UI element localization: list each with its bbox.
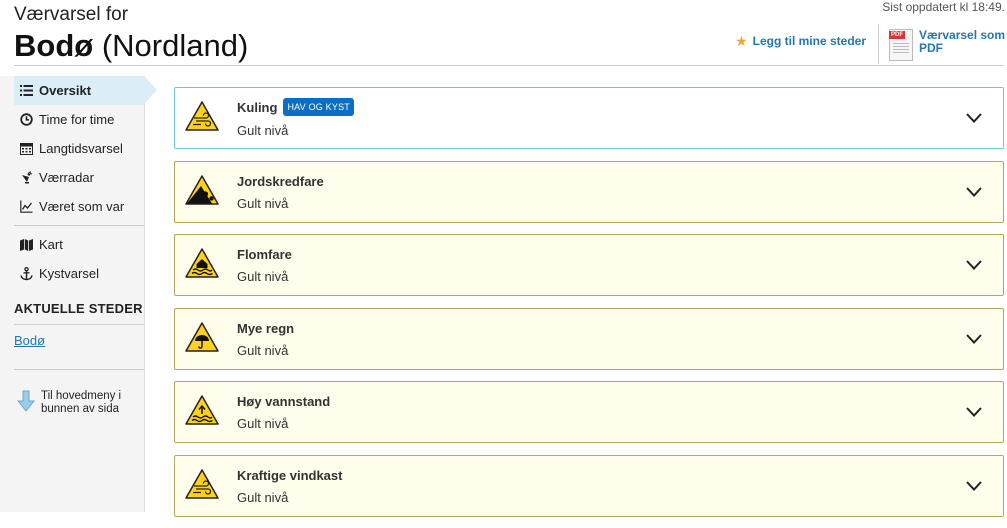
nav-label: Oversikt <box>39 83 92 98</box>
nav-label: Værradar <box>39 170 94 185</box>
gust-warning-icon <box>185 468 219 499</box>
nav-label: Langtidsvarsel <box>39 141 123 156</box>
warnings-list: Kuling HAV OG KYST Gult nivå Jordskredfa… <box>174 87 1004 528</box>
warning-level: Gult nivå <box>237 342 289 358</box>
nav-item-kart[interactable]: Kart <box>0 230 144 259</box>
nav-item-vaeret-som-var[interactable]: Været som var <box>0 192 144 221</box>
nav-item-oversikt[interactable]: Oversikt <box>14 76 157 105</box>
sidebar-divider <box>14 369 144 370</box>
chevron-down-icon[interactable] <box>965 186 983 198</box>
map-icon <box>19 238 33 252</box>
chart-icon <box>19 200 33 214</box>
place-name: Bodø <box>14 28 94 63</box>
list-icon <box>19 84 33 98</box>
nav-label: Kart <box>39 237 63 252</box>
warning-card-kuling[interactable]: Kuling HAV OG KYST Gult nivå <box>174 87 1004 149</box>
warning-title-text: Flomfare <box>237 247 292 262</box>
warning-card-hoy-vannstand[interactable]: Høy vannstand Gult nivå <box>174 381 1004 443</box>
clock-icon <box>19 113 33 127</box>
warning-title-text: Høy vannstand <box>237 394 331 409</box>
radar-icon <box>19 171 33 185</box>
main-menu-link[interactable]: Til hovedmeny i bunnen av sida <box>17 390 144 416</box>
pdf-download-label: Værvarsel som PDF <box>919 28 1006 55</box>
warning-title-text: Jordskredfare <box>237 173 324 189</box>
rain-warning-icon <box>185 321 219 352</box>
sidebar-divider <box>14 225 144 226</box>
warning-title: Flomfare <box>237 247 292 262</box>
add-favorite-label: Legg til mine steder <box>752 34 866 48</box>
flood-warning-icon <box>185 248 219 278</box>
current-places-title: AKTUELLE STEDER <box>14 301 143 316</box>
nav-label: Været som var <box>39 199 125 214</box>
warning-card-jordskredfare[interactable]: Jordskredfare Gult nivå <box>174 160 1004 223</box>
chevron-down-icon[interactable] <box>965 480 983 492</box>
warning-title-text: Mye regn <box>237 320 295 336</box>
current-places-divider <box>14 324 144 325</box>
area-badge: HAV OG KYST <box>283 98 354 116</box>
warning-title-text: Kuling <box>237 99 278 115</box>
warning-level: Gult nivå <box>237 269 289 284</box>
warning-card-flomfare[interactable]: Flomfare Gult nivå <box>174 234 1004 296</box>
nav-item-vaerradar[interactable]: Værradar <box>0 163 144 192</box>
warning-title: Mye regn <box>237 321 294 336</box>
sidebar: Oversikt Time for time Langtidsvarsel Væ… <box>0 76 157 512</box>
arrow-down-icon <box>17 390 35 412</box>
landslide-warning-icon <box>185 174 219 205</box>
page-title: Bodø (Nordland) <box>14 27 248 65</box>
warning-title: Kuling HAV OG KYST <box>237 98 354 116</box>
header-divider <box>14 65 1004 66</box>
place-region: (Nordland) <box>101 28 249 63</box>
chevron-down-icon[interactable] <box>965 112 983 124</box>
warning-card-mye-regn[interactable]: Mye regn Gult nivå <box>174 307 1004 370</box>
wind-warning-icon <box>185 101 219 131</box>
add-favorite-link[interactable]: ★ Legg til mine steder <box>735 34 866 54</box>
anchor-icon <box>19 266 33 281</box>
warning-card-kraftige-vindkast[interactable]: Kraftige vindkast Gult nivå <box>174 454 1004 517</box>
nav-item-langtidsvarsel[interactable]: Langtidsvarsel <box>0 134 144 163</box>
current-place-link[interactable]: Bodø <box>14 333 144 348</box>
warning-title: Kraftige vindkast <box>237 468 342 483</box>
warning-level: Gult nivå <box>237 416 289 431</box>
warning-title: Jordskredfare <box>237 174 324 189</box>
pdf-download-link[interactable]: PDF Værvarsel som PDF <box>878 24 1007 64</box>
warning-title-text: Kraftige vindkast <box>237 467 343 483</box>
nav-label: Time for time <box>39 112 115 127</box>
nav-label: Kystvarsel <box>39 266 99 281</box>
star-icon: ★ <box>735 33 748 49</box>
chevron-down-icon[interactable] <box>965 259 983 271</box>
warning-title: Høy vannstand <box>237 394 330 409</box>
warning-level: Gult nivå <box>237 123 289 138</box>
page-heading: Værvarsel for Bodø (Nordland) <box>14 4 248 65</box>
pdf-icon: PDF <box>889 29 913 61</box>
header-actions: ★ Legg til mine steder PDF Værvarsel som… <box>735 24 1007 64</box>
warning-level: Gult nivå <box>237 489 289 505</box>
last-updated: Sist oppdatert kl 18:49. <box>882 0 1005 14</box>
page-subtitle: Værvarsel for <box>14 4 129 25</box>
nav-item-time-for-time[interactable]: Time for time <box>0 105 144 134</box>
main-menu-label: Til hovedmeny i bunnen av sida <box>41 390 122 415</box>
warning-level: Gult nivå <box>237 195 289 211</box>
pdf-icon-tag: PDF <box>889 31 905 39</box>
calendar-icon <box>19 142 33 156</box>
chevron-down-icon[interactable] <box>965 333 983 345</box>
chevron-down-icon[interactable] <box>965 406 983 418</box>
nav-item-kystvarsel[interactable]: Kystvarsel <box>0 259 144 288</box>
high-water-warning-icon <box>185 395 219 425</box>
